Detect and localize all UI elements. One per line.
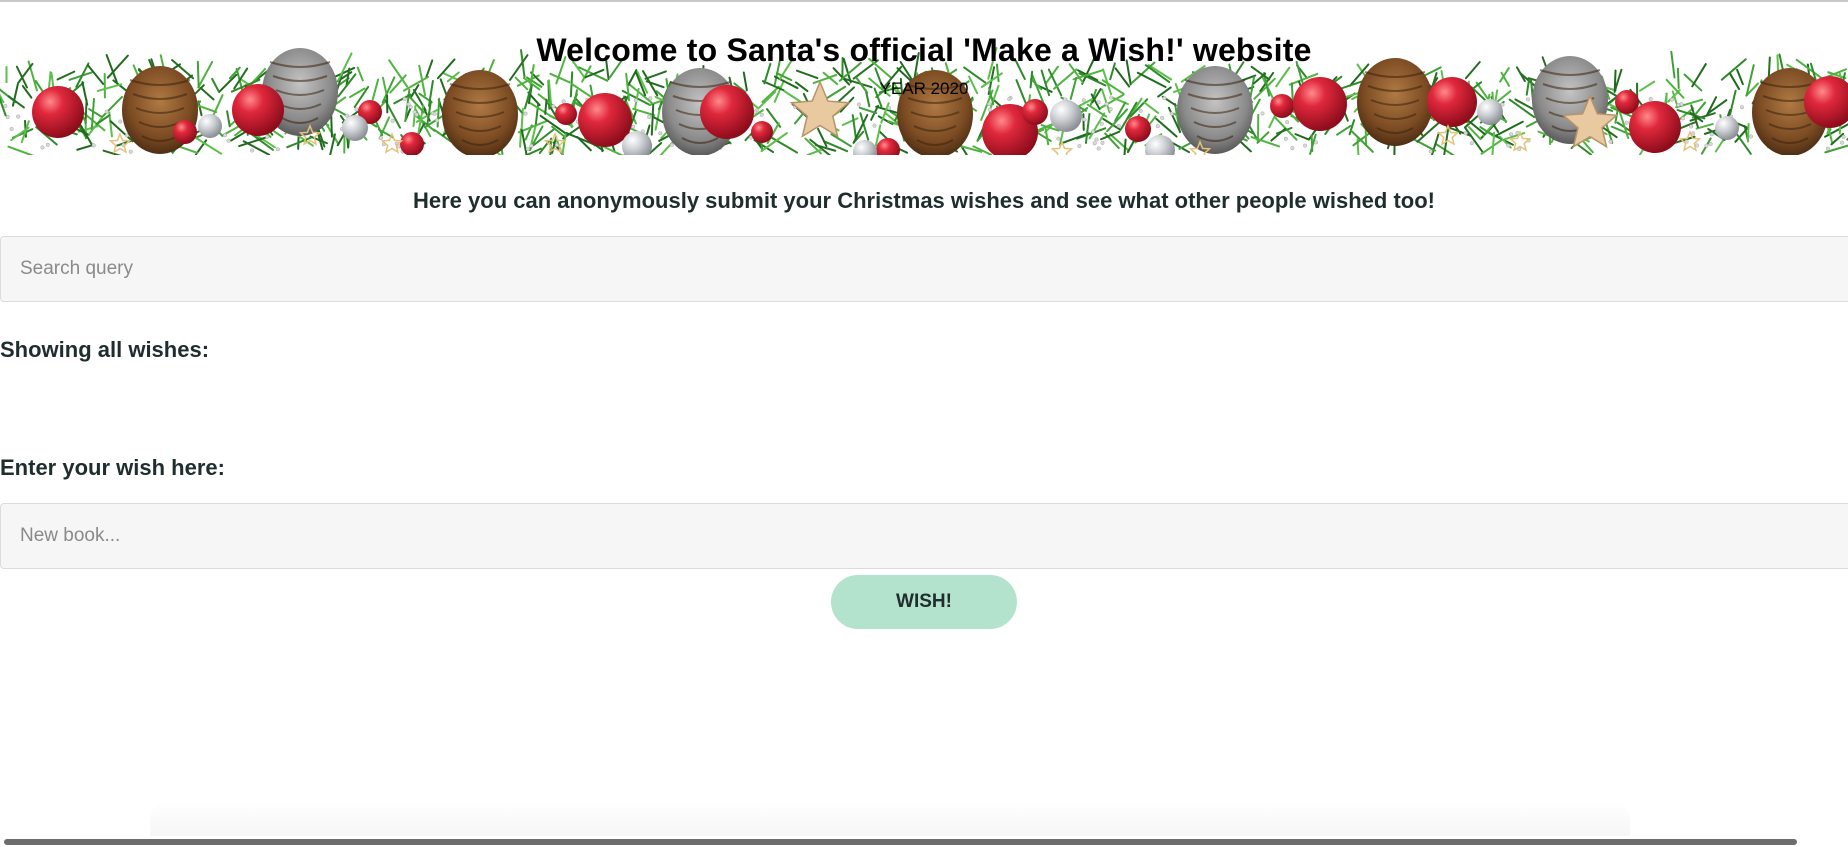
wish-button[interactable]: WISH! <box>831 575 1017 629</box>
page-title: Welcome to Santa's official 'Make a Wish… <box>536 32 1312 68</box>
horizontal-scrollbar[interactable] <box>0 836 1848 847</box>
wishes-heading: Showing all wishes: <box>0 337 210 362</box>
wish-list <box>0 370 1848 440</box>
wish-form-label: Enter your wish here: <box>0 455 225 480</box>
scroll-shadow <box>150 800 1630 836</box>
scrollbar-thumb[interactable] <box>4 839 1797 845</box>
header-banner: Welcome to Santa's official 'Make a Wish… <box>0 2 1848 155</box>
page-subtitle: YEAR 2020 <box>879 79 969 98</box>
wish-input[interactable] <box>0 503 1848 569</box>
search-input[interactable] <box>0 236 1848 302</box>
intro-text: Here you can anonymously submit your Chr… <box>412 188 1435 213</box>
